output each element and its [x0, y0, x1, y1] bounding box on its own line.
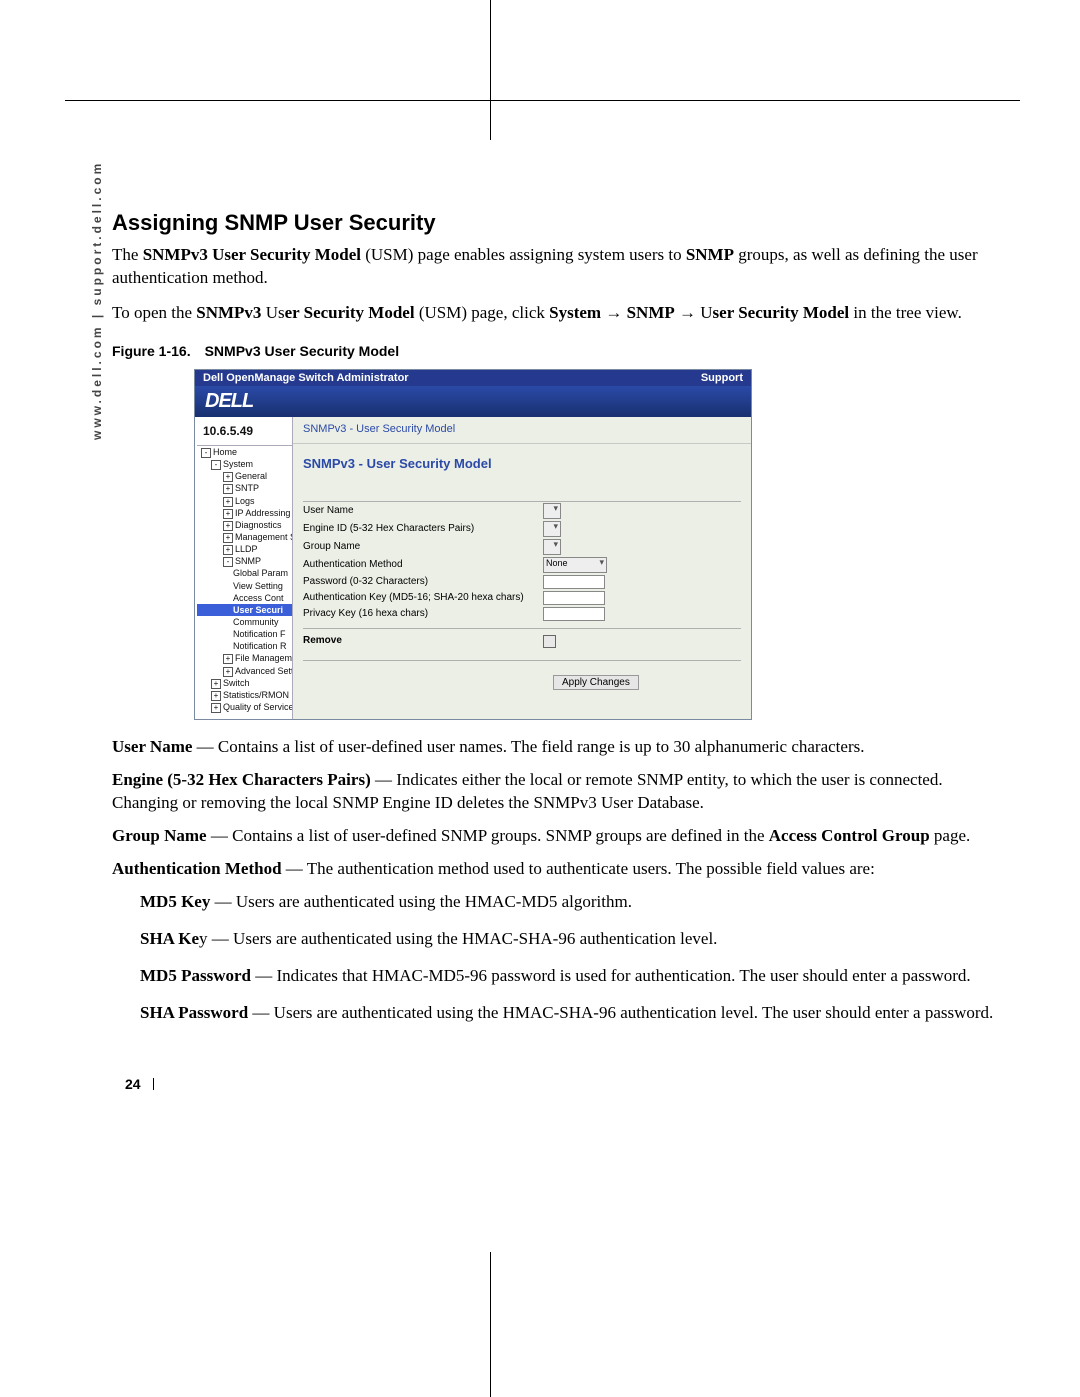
window-titlebar: Dell OpenManage Switch Administrator Sup… — [195, 370, 751, 386]
label-remove: Remove — [303, 635, 543, 648]
separator — [303, 660, 741, 661]
figure-caption: Figure 1-16.SNMPv3 User Security Model — [112, 343, 1010, 359]
expand-icon[interactable]: + — [223, 484, 233, 494]
input-privacy-key[interactable] — [543, 607, 605, 621]
tree-statistics[interactable]: Statistics/RMON — [223, 690, 289, 700]
tree-ipaddressing[interactable]: IP Addressing — [235, 508, 290, 518]
tree-logs[interactable]: Logs — [235, 496, 255, 506]
center-rule-bottom — [490, 1252, 491, 1397]
support-link[interactable]: Support — [701, 372, 743, 384]
def-user-name: User Name — Contains a list of user-defi… — [112, 736, 1010, 759]
window-title: Dell OpenManage Switch Administrator — [203, 372, 409, 384]
expand-icon[interactable]: + — [223, 509, 233, 519]
apply-changes-button[interactable]: Apply Changes — [553, 675, 639, 690]
expand-icon[interactable]: + — [223, 497, 233, 507]
tree-view-setting[interactable]: View Setting — [233, 581, 283, 591]
label-group-name: Group Name — [303, 541, 543, 552]
tree-notification-r[interactable]: Notification R — [233, 641, 287, 651]
def-sha-key: SHA Key — Users are authenticated using … — [140, 928, 1010, 951]
side-margin-text: www.dell.com | support.dell.com — [90, 161, 104, 440]
def-group-name: Group Name — Contains a list of user-def… — [112, 825, 1010, 848]
label-auth-key: Authentication Key (MD5-16; SHA-20 hexa … — [303, 592, 543, 603]
input-auth-key[interactable] — [543, 591, 605, 605]
tree-switch[interactable]: Switch — [223, 678, 250, 688]
tree-community[interactable]: Community — [233, 617, 279, 627]
tree-snmp[interactable]: SNMP — [235, 556, 261, 566]
tree-global-param[interactable]: Global Param — [233, 568, 288, 578]
breadcrumb: SNMPv3 - User Security Model — [293, 417, 751, 444]
expand-icon[interactable]: - — [211, 460, 221, 470]
expand-icon[interactable]: + — [211, 691, 221, 701]
intro-paragraph-2: To open the SNMPv3 User Security Model (… — [112, 302, 1010, 325]
screenshot-figure: Dell OpenManage Switch Administrator Sup… — [194, 369, 752, 720]
tree-diagnostics[interactable]: Diagnostics — [235, 520, 282, 530]
label-privacy-key: Privacy Key (16 hexa chars) — [303, 608, 543, 619]
expand-icon[interactable]: + — [223, 533, 233, 543]
tree-sntp[interactable]: SNTP — [235, 483, 259, 493]
expand-icon[interactable]: + — [223, 521, 233, 531]
tree-system[interactable]: System — [223, 459, 253, 469]
expand-icon[interactable]: + — [223, 545, 233, 555]
page-number: 24 — [125, 1076, 154, 1092]
expand-icon[interactable]: + — [211, 679, 221, 689]
tree-lldp[interactable]: LLDP — [235, 544, 258, 554]
checkbox-remove[interactable] — [543, 635, 556, 648]
tree-home[interactable]: Home — [213, 447, 237, 457]
expand-icon[interactable]: + — [223, 667, 233, 677]
tree-qos[interactable]: Quality of Service — [223, 702, 292, 712]
top-rule — [65, 100, 1020, 101]
label-password: Password (0-32 Characters) — [303, 576, 543, 587]
section-heading: Assigning SNMP User Security — [112, 210, 1010, 236]
tree-notification-f[interactable]: Notification F — [233, 629, 286, 639]
intro-paragraph-1: The SNMPv3 User Security Model (USM) pag… — [112, 244, 1010, 290]
label-user-name: User Name — [303, 505, 543, 516]
def-md5-key: MD5 Key — Users are authenticated using … — [140, 891, 1010, 914]
tree-general[interactable]: General — [235, 471, 267, 481]
label-auth-method: Authentication Method — [303, 559, 543, 570]
tree-mgmt-security[interactable]: Management Se — [235, 532, 292, 542]
tree-file-management[interactable]: File Managemen — [235, 653, 292, 663]
label-engine-id: Engine ID (5-32 Hex Characters Pairs) — [303, 523, 543, 534]
device-ip: 10.6.5.49 — [197, 419, 292, 446]
expand-icon[interactable]: + — [223, 472, 233, 482]
expand-icon[interactable]: + — [211, 703, 221, 713]
tree-user-security[interactable]: User Securi — [233, 605, 283, 615]
tree-advanced[interactable]: Advanced Settin — [235, 666, 292, 676]
input-password[interactable] — [543, 575, 605, 589]
select-auth-method[interactable]: None — [543, 557, 607, 573]
expand-icon[interactable]: + — [223, 654, 233, 664]
nav-tree[interactable]: 10.6.5.49 -Home -System +General +SNTP +… — [195, 417, 293, 719]
collapse-icon[interactable]: - — [201, 448, 211, 458]
tree-access-control[interactable]: Access Cont — [233, 593, 284, 603]
select-user-name[interactable] — [543, 503, 561, 519]
dell-logo: DELL — [205, 390, 253, 412]
brand-bar: DELL — [195, 386, 751, 417]
select-engine-id[interactable] — [543, 521, 561, 537]
def-engine: Engine (5-32 Hex Characters Pairs) — Ind… — [112, 769, 1010, 815]
page-title: SNMPv3 - User Security Model — [293, 444, 751, 501]
def-sha-password: SHA Password — Users are authenticated u… — [140, 1002, 1010, 1025]
def-auth-method: Authentication Method — The authenticati… — [112, 858, 1010, 881]
select-group-name[interactable] — [543, 539, 561, 555]
collapse-icon[interactable]: - — [223, 557, 233, 567]
center-rule-top — [490, 0, 491, 140]
def-md5-password: MD5 Password — Indicates that HMAC-MD5-9… — [140, 965, 1010, 988]
